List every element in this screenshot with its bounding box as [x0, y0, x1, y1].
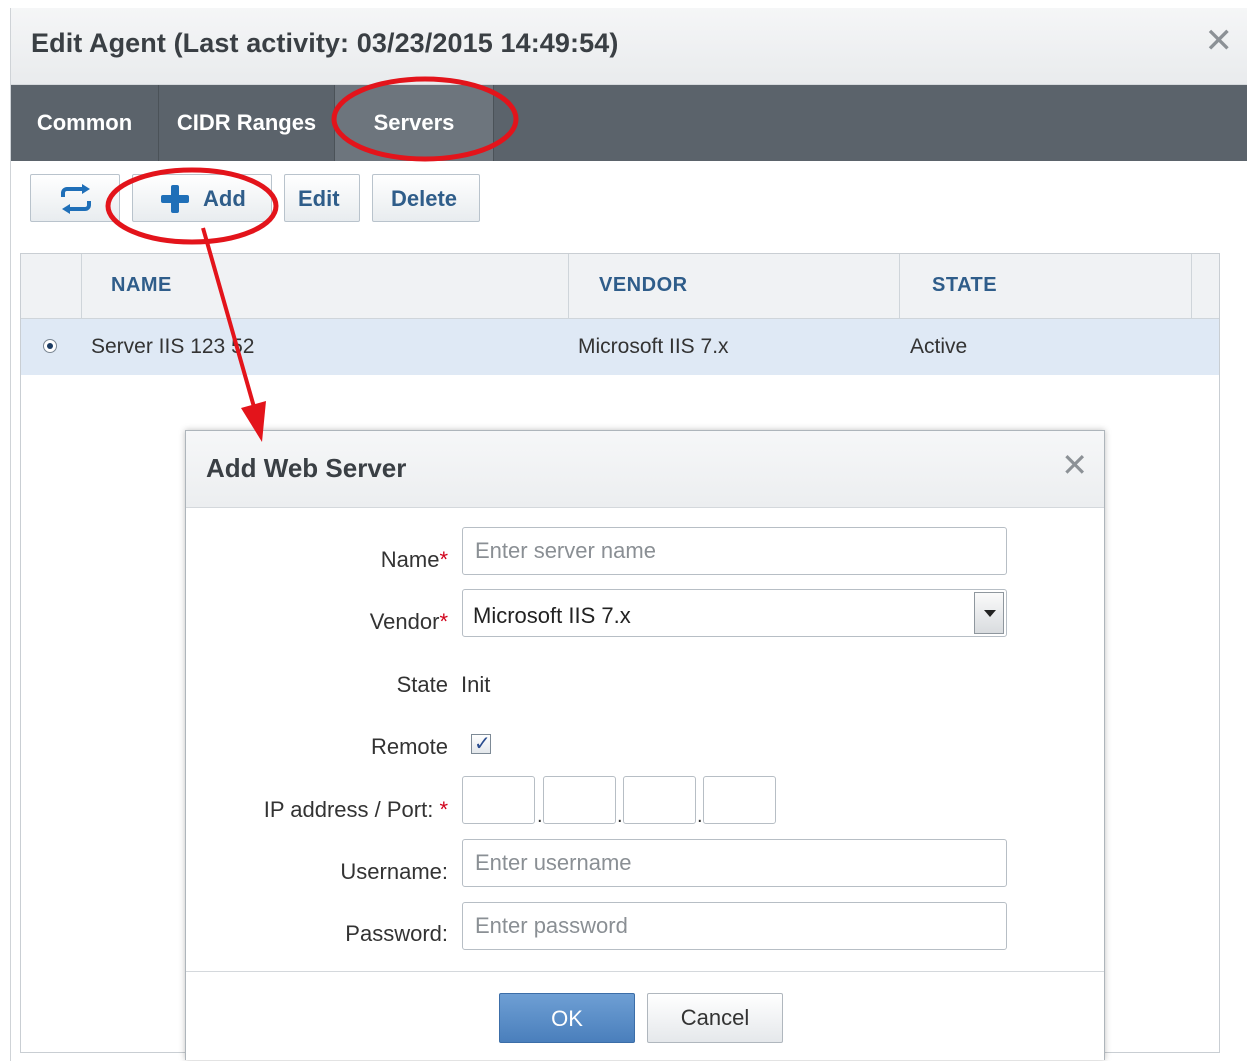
edit-button-label: Edit — [298, 186, 340, 211]
row-vendor: Microsoft IIS 7.x — [578, 335, 729, 358]
grid-header-scroll — [1191, 254, 1220, 318]
row-state: Active — [910, 335, 968, 358]
vendor-value: Microsoft IIS 7.x — [473, 603, 631, 628]
grid-header: NAME VENDOR STATE — [21, 254, 1219, 319]
ip-dot: . — [617, 805, 623, 827]
column-header-state[interactable]: STATE — [899, 254, 1192, 318]
state-label: State — [396, 672, 448, 697]
tab-servers[interactable]: Servers — [335, 85, 494, 161]
column-header-name[interactable]: NAME — [81, 254, 569, 318]
vendor-label: Vendor* — [369, 609, 448, 634]
plus-icon — [161, 185, 189, 213]
ip-octet-1-input[interactable] — [462, 776, 535, 824]
ip-octet-2-input[interactable] — [543, 776, 616, 824]
remote-label: Remote — [370, 734, 448, 759]
password-input[interactable] — [462, 902, 1007, 950]
dialog-footer: OK Cancel — [186, 971, 1104, 1060]
tab-common[interactable]: Common — [11, 85, 159, 161]
row-name: Server IIS 123 52 — [91, 335, 255, 358]
close-icon[interactable]: ✕ — [1061, 449, 1088, 481]
add-web-server-header: Add Web Server ✕ — [186, 431, 1104, 508]
add-button-label: Add — [203, 186, 246, 211]
check-icon: ✓ — [474, 733, 491, 755]
name-label: Name* — [380, 547, 448, 572]
name-input[interactable] — [462, 527, 1007, 575]
ip-octet-3-input[interactable] — [623, 776, 696, 824]
row-radio[interactable] — [43, 339, 57, 353]
delete-button[interactable]: Delete — [372, 174, 480, 222]
ok-button[interactable]: OK — [499, 993, 635, 1043]
column-header-vendor[interactable]: VENDOR — [568, 254, 900, 318]
grid-header-select — [21, 254, 81, 318]
delete-button-label: Delete — [391, 186, 458, 211]
remote-checkbox[interactable]: ✓ — [471, 733, 491, 755]
username-input[interactable] — [462, 839, 1007, 887]
password-label: Password: — [345, 921, 448, 946]
refresh-icon — [61, 184, 91, 214]
ip-dot: . — [537, 805, 543, 827]
state-value: Init — [461, 672, 491, 697]
ip-dot: . — [697, 805, 703, 827]
edit-agent-header: Edit Agent (Last activity: 03/23/2015 14… — [11, 8, 1247, 85]
tab-bar: Common CIDR Ranges Servers — [11, 85, 1247, 161]
edit-button[interactable]: Edit — [284, 174, 360, 222]
cancel-button[interactable]: Cancel — [647, 993, 783, 1043]
tab-cidr-ranges[interactable]: CIDR Ranges — [159, 85, 335, 161]
vendor-select[interactable]: Microsoft IIS 7.x — [462, 589, 1007, 637]
close-icon[interactable]: ✕ — [1205, 24, 1234, 58]
add-web-server-dialog: Add Web Server ✕ Name* Vendor* Microsoft… — [185, 430, 1105, 1060]
add-web-server-title: Add Web Server — [206, 453, 407, 483]
chevron-down-icon[interactable] — [974, 592, 1004, 634]
refresh-button[interactable] — [30, 174, 120, 222]
edit-agent-title: Edit Agent (Last activity: 03/23/2015 14… — [31, 28, 619, 58]
ip-octet-4-input[interactable] — [703, 776, 776, 824]
ip-address-label: IP address / Port: * — [263, 797, 448, 822]
add-button[interactable]: Add — [132, 174, 272, 222]
username-label: Username: — [340, 859, 448, 884]
table-row[interactable]: Server IIS 123 52 Microsoft IIS 7.x Acti… — [21, 319, 1219, 375]
